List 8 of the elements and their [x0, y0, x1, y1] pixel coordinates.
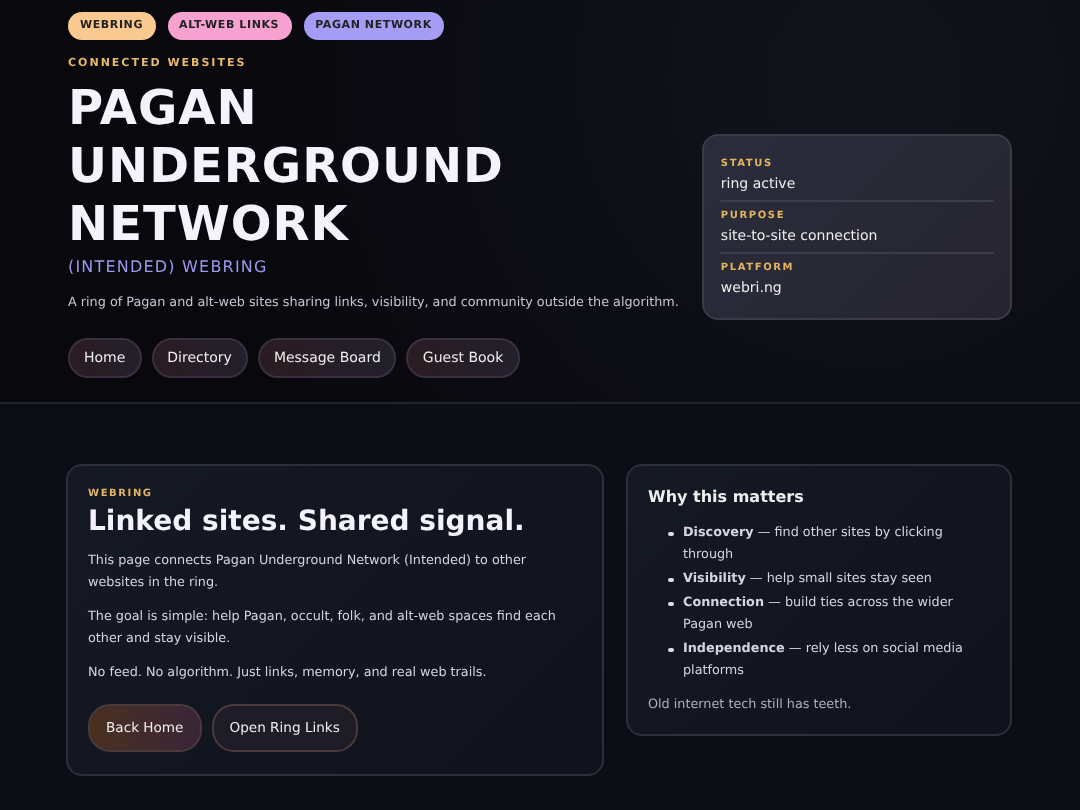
bullet-icon — [668, 601, 673, 606]
panel-heading: Why this matters — [648, 488, 806, 506]
page-title: PAGAN UNDERGROUND NETWORK — [68, 80, 506, 254]
bullet-icon — [668, 577, 673, 582]
bullet-icon — [668, 531, 673, 536]
subtitle: (INTENDED) WEBRING — [68, 258, 270, 276]
bullet-icon — [668, 647, 673, 652]
card-heading: Linked sites. Shared signal. — [88, 506, 527, 538]
